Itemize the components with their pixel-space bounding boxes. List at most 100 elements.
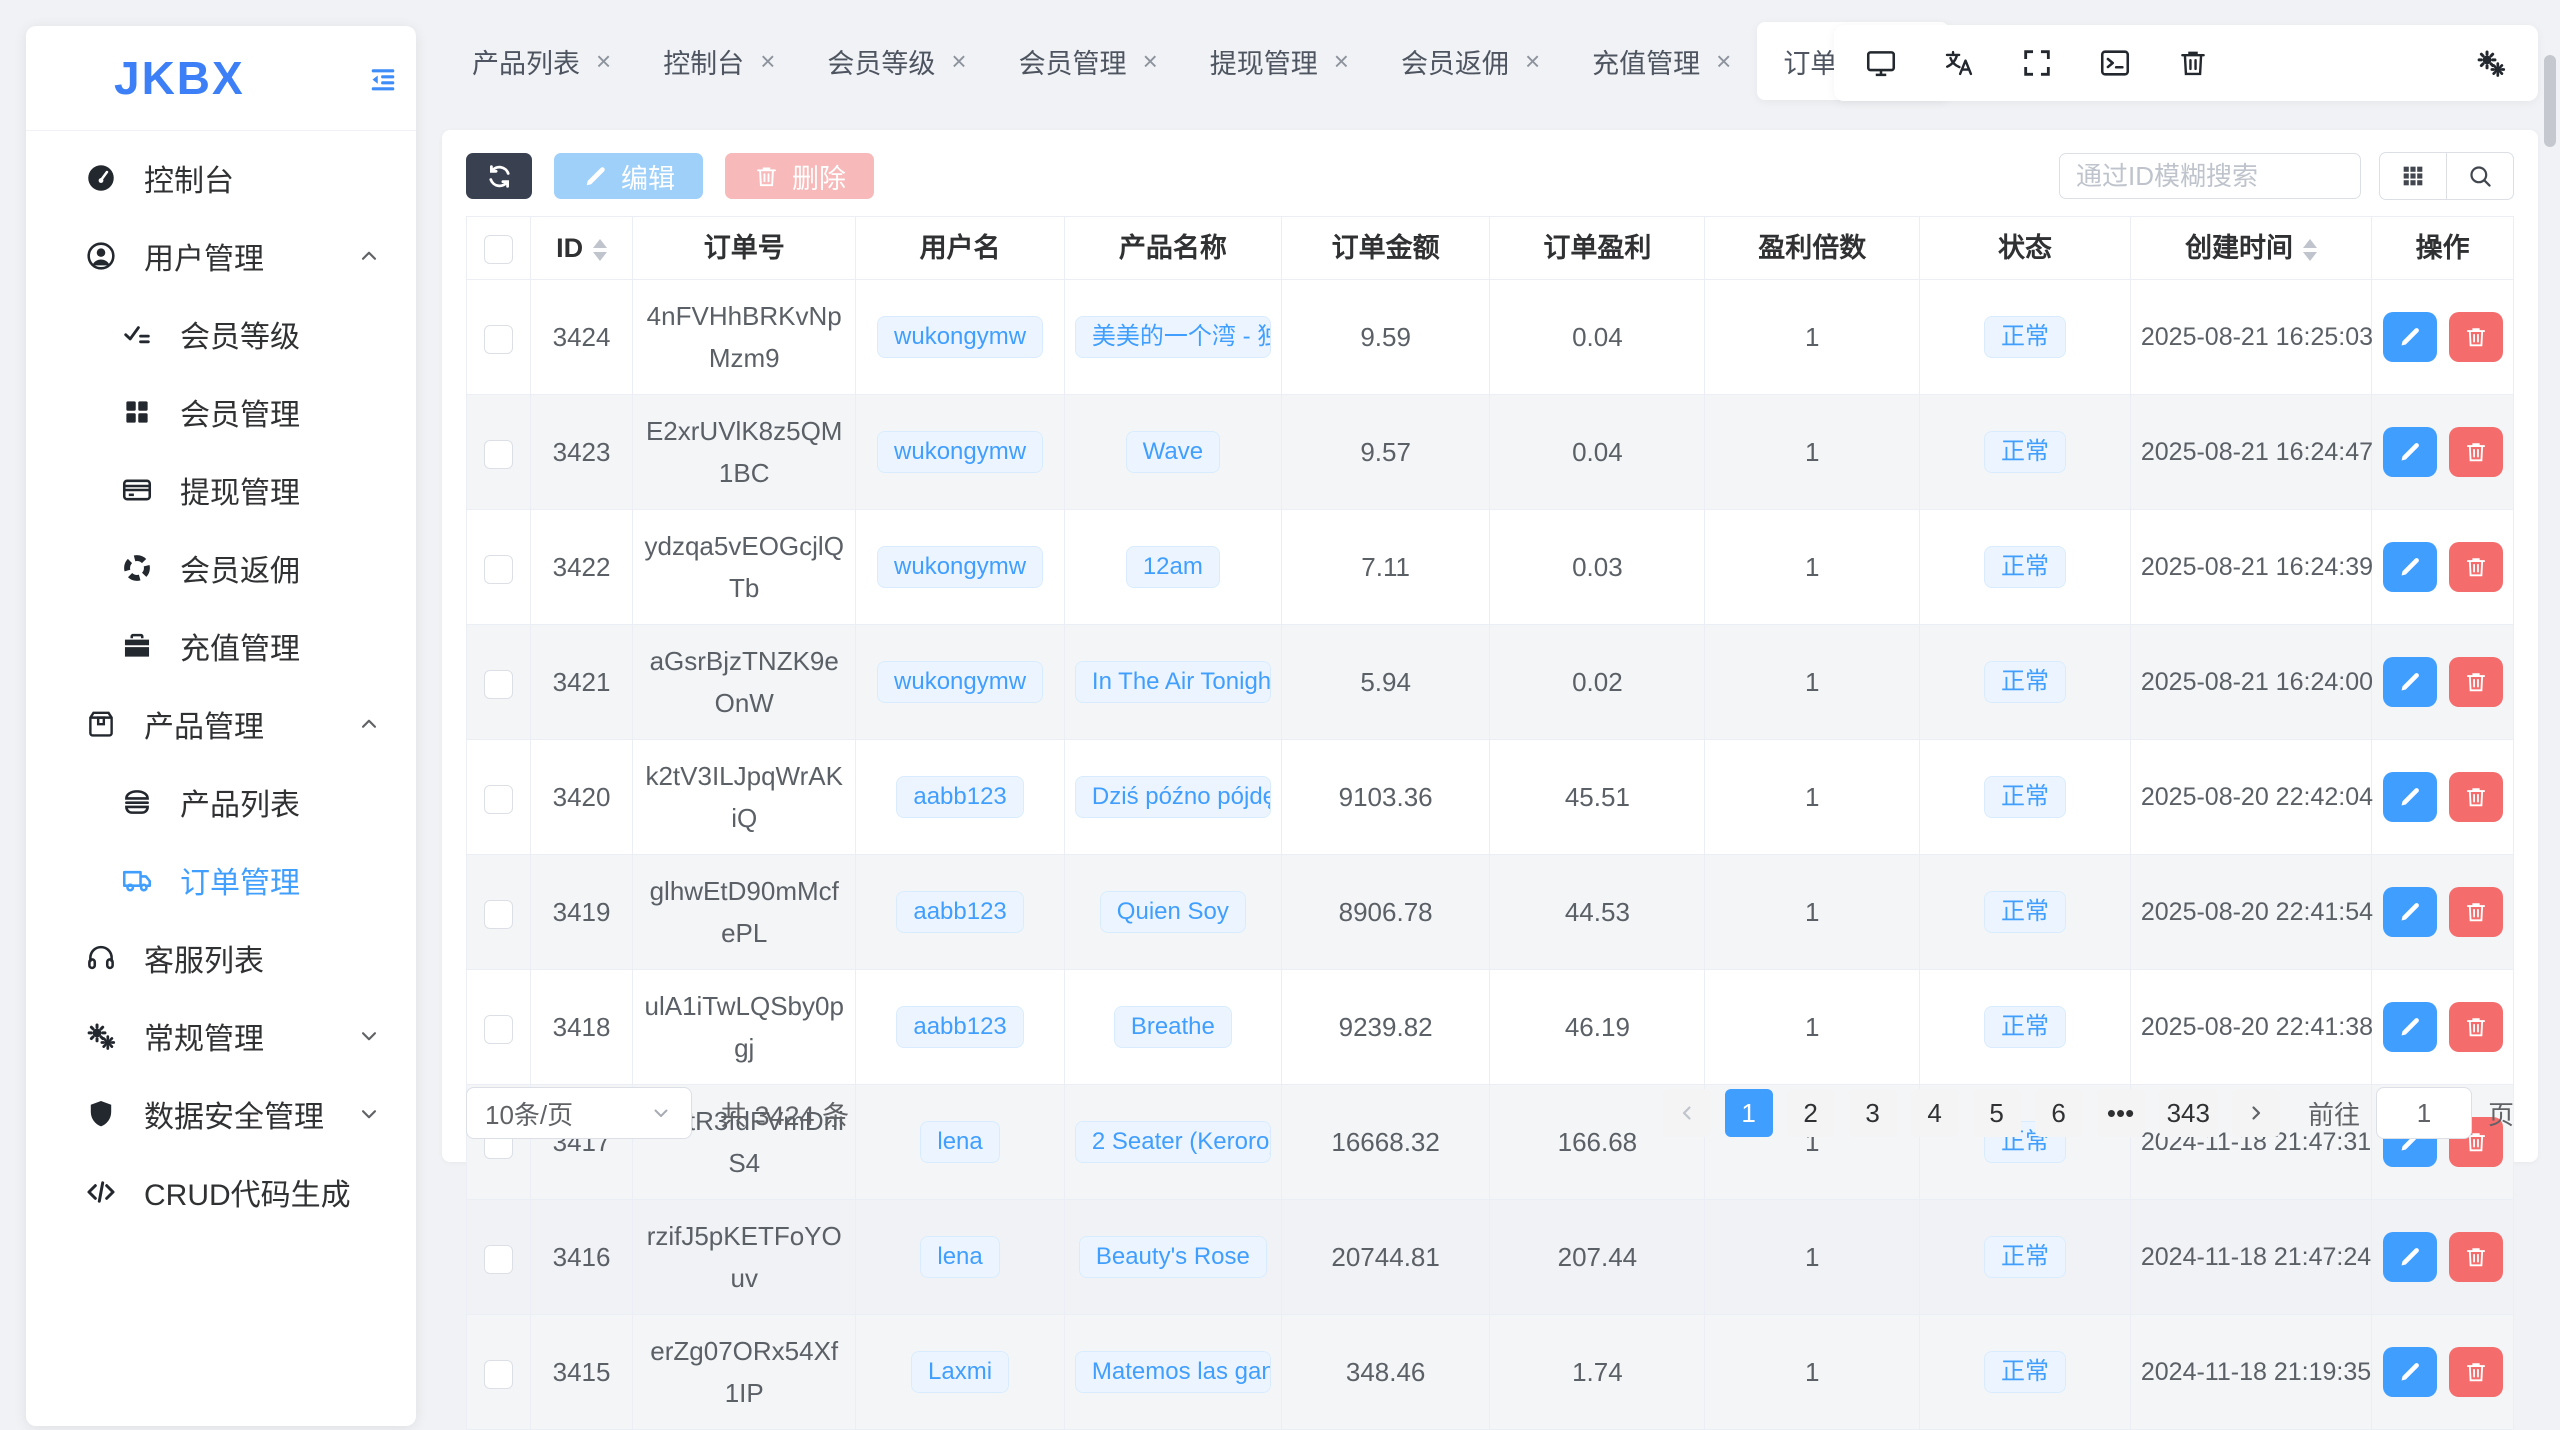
fullscreen-icon[interactable] (2020, 46, 2054, 80)
username-tag[interactable]: wukongymw (877, 431, 1043, 473)
delete-row-button[interactable] (2449, 657, 2503, 707)
close-icon[interactable]: × (951, 48, 966, 74)
tab-product-list[interactable]: 产品列表× (446, 22, 637, 100)
edit-row-button[interactable] (2383, 887, 2437, 937)
sidebar-item-crud-gen[interactable]: CRUD代码生成 (26, 1153, 416, 1231)
tab-dashboard[interactable]: 控制台× (637, 22, 801, 100)
delete-row-button[interactable] (2449, 312, 2503, 362)
sidebar-item-order-mgmt[interactable]: 订单管理 (26, 841, 416, 919)
row-checkbox[interactable] (484, 1360, 513, 1389)
username-tag[interactable]: wukongymw (877, 316, 1043, 358)
monitor-icon[interactable] (1864, 46, 1898, 80)
search-input[interactable] (2059, 153, 2361, 199)
sidebar-item-general-mgmt[interactable]: 常规管理 (26, 997, 416, 1075)
page-button[interactable]: 1 (1725, 1089, 1773, 1137)
edit-row-button[interactable] (2383, 1232, 2437, 1282)
edit-row-button[interactable] (2383, 542, 2437, 592)
row-checkbox[interactable] (484, 1245, 513, 1274)
close-icon[interactable]: × (1143, 48, 1158, 74)
close-icon[interactable]: × (1334, 48, 1349, 74)
product-tag[interactable]: Matemos las ganas (1075, 1351, 1271, 1393)
username-tag[interactable]: wukongymw (877, 661, 1043, 703)
username-tag[interactable]: Laxmi (911, 1351, 1009, 1393)
sidebar-item-support-list[interactable]: 客服列表 (26, 919, 416, 997)
sidebar-item-member-level[interactable]: 会员等级 (26, 295, 416, 373)
refresh-button[interactable] (466, 153, 532, 199)
row-checkbox[interactable] (484, 900, 513, 929)
sidebar-item-member-mgmt[interactable]: 会员管理 (26, 373, 416, 451)
delete-row-button[interactable] (2449, 1347, 2503, 1397)
page-button[interactable]: 6 (2035, 1089, 2083, 1137)
tab-withdraw-mgmt[interactable]: 提现管理× (1184, 22, 1375, 100)
sort-caret-icon[interactable] (2303, 239, 2317, 261)
delete-button[interactable]: 删除 (725, 153, 874, 199)
username-tag[interactable]: aabb123 (896, 1006, 1023, 1048)
tab-member-level[interactable]: 会员等级× (801, 22, 992, 100)
page-size-select[interactable]: 10条/页 (466, 1087, 692, 1139)
tab-recharge-mgmt[interactable]: 充值管理× (1566, 22, 1757, 100)
close-icon[interactable]: × (1716, 48, 1731, 74)
edit-row-button[interactable] (2383, 1347, 2437, 1397)
product-tag[interactable]: 12am (1126, 546, 1220, 588)
next-page-button[interactable] (2232, 1089, 2280, 1137)
product-tag[interactable]: Wave (1126, 431, 1220, 473)
close-icon[interactable]: × (1525, 48, 1540, 74)
sidebar-item-recharge-mgmt[interactable]: 充值管理 (26, 607, 416, 685)
sort-caret-icon[interactable] (593, 239, 607, 261)
trash-icon[interactable] (2176, 46, 2210, 80)
row-checkbox[interactable] (484, 1015, 513, 1044)
delete-row-button[interactable] (2449, 542, 2503, 592)
sidebar-item-product-mgmt[interactable]: 产品管理 (26, 685, 416, 763)
delete-row-button[interactable] (2449, 1232, 2503, 1282)
sidebar-item-dashboard[interactable]: 控制台 (26, 139, 416, 217)
prev-page-button[interactable] (1663, 1089, 1711, 1137)
more-pages-icon[interactable]: ••• (2097, 1089, 2145, 1137)
row-checkbox[interactable] (484, 440, 513, 469)
close-icon[interactable]: × (760, 48, 775, 74)
page-button[interactable]: 4 (1911, 1089, 1959, 1137)
delete-row-button[interactable] (2449, 427, 2503, 477)
product-tag[interactable]: 美美的一个湾 - 独唱版 (1075, 316, 1271, 358)
product-tag[interactable]: Quien Soy (1100, 891, 1246, 933)
page-button[interactable]: 3 (1849, 1089, 1897, 1137)
close-icon[interactable]: × (596, 48, 611, 74)
product-tag[interactable]: Dziś późno pójdę spać (1075, 776, 1271, 818)
sidebar-item-user-mgmt[interactable]: 用户管理 (26, 217, 416, 295)
username-tag[interactable]: lena (920, 1236, 999, 1278)
terminal-icon[interactable] (2098, 46, 2132, 80)
product-tag[interactable]: In The Air Tonight - Ins (1075, 661, 1271, 703)
edit-button[interactable]: 编辑 (554, 153, 703, 199)
delete-row-button[interactable] (2449, 772, 2503, 822)
sidebar-item-data-security[interactable]: 数据安全管理 (26, 1075, 416, 1153)
goto-page-input[interactable] (2376, 1087, 2472, 1139)
username-tag[interactable]: wukongymw (877, 546, 1043, 588)
tab-member-mgmt[interactable]: 会员管理× (993, 22, 1184, 100)
page-button[interactable]: 5 (1973, 1089, 2021, 1137)
row-checkbox[interactable] (484, 325, 513, 354)
tab-member-rebate[interactable]: 会员返佣× (1375, 22, 1566, 100)
edit-row-button[interactable] (2383, 657, 2437, 707)
page-button[interactable]: 343 (2159, 1089, 2218, 1137)
product-tag[interactable]: Beauty's Rose (1079, 1236, 1267, 1278)
row-checkbox[interactable] (484, 670, 513, 699)
page-button[interactable]: 2 (1787, 1089, 1835, 1137)
sidebar-item-product-list[interactable]: 产品列表 (26, 763, 416, 841)
sidebar-item-member-rebate[interactable]: 会员返佣 (26, 529, 416, 607)
settings-icon[interactable] (2474, 46, 2508, 80)
select-all-checkbox[interactable] (484, 235, 513, 264)
edit-row-button[interactable] (2383, 427, 2437, 477)
scrollbar-thumb[interactable] (2544, 55, 2556, 147)
search-button[interactable] (2446, 153, 2513, 199)
delete-row-button[interactable] (2449, 887, 2503, 937)
delete-row-button[interactable] (2449, 1002, 2503, 1052)
username-tag[interactable]: aabb123 (896, 891, 1023, 933)
username-tag[interactable]: aabb123 (896, 776, 1023, 818)
column-settings-button[interactable] (2380, 153, 2446, 199)
edit-row-button[interactable] (2383, 772, 2437, 822)
row-checkbox[interactable] (484, 785, 513, 814)
sidebar-item-withdraw-mgmt[interactable]: 提现管理 (26, 451, 416, 529)
edit-row-button[interactable] (2383, 1002, 2437, 1052)
edit-row-button[interactable] (2383, 312, 2437, 362)
row-checkbox[interactable] (484, 555, 513, 584)
translate-icon[interactable] (1942, 46, 1976, 80)
